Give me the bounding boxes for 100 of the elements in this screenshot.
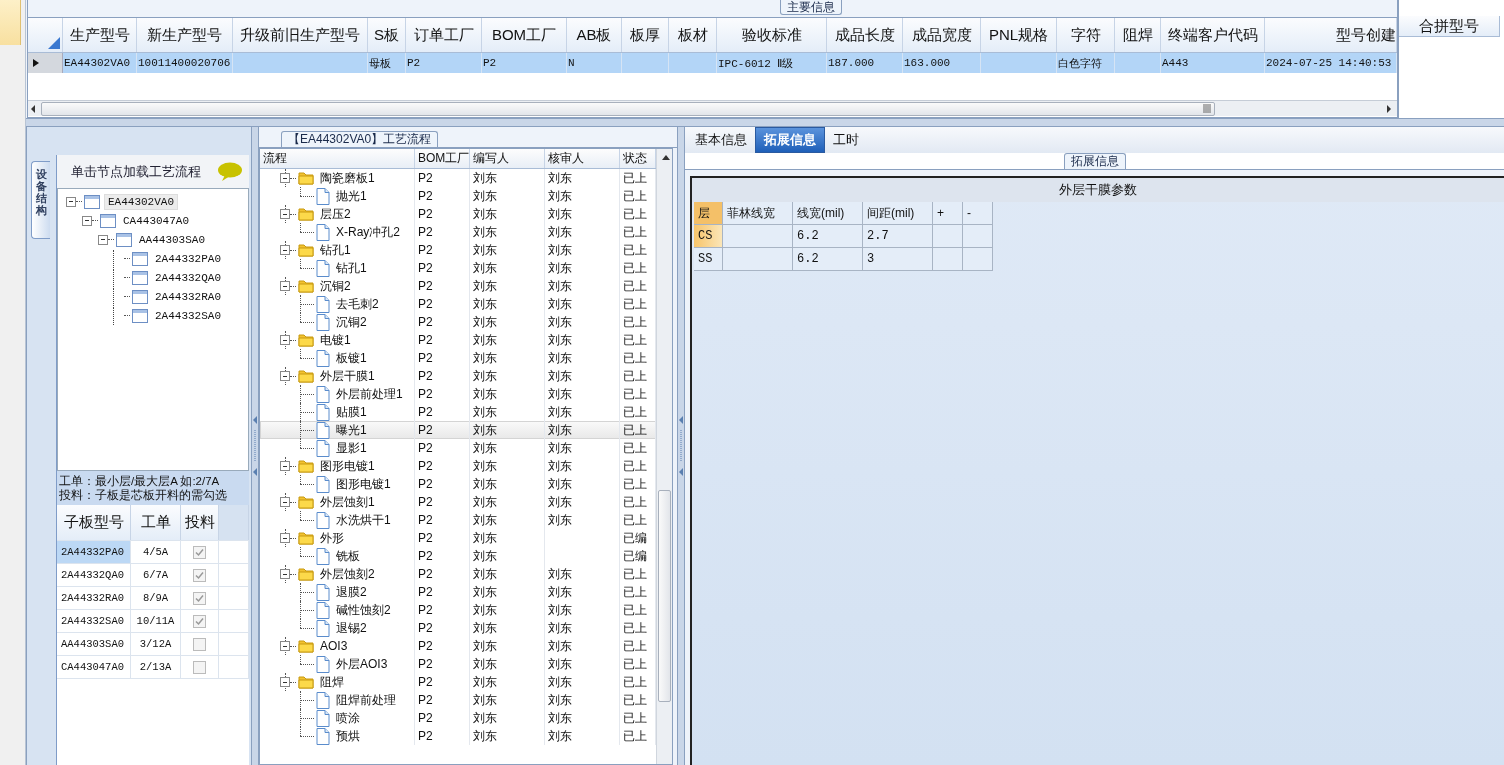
tree-row[interactable]: 电镀1 P2 刘东 刘东 已上 bbox=[260, 331, 656, 349]
checkbox[interactable] bbox=[193, 545, 206, 559]
column-header[interactable]: 成品宽度 bbox=[903, 18, 981, 52]
expander-icon[interactable] bbox=[280, 497, 290, 507]
row-header[interactable]: CS bbox=[694, 225, 723, 248]
table-cell[interactable]: 2A44332PA0 bbox=[57, 541, 131, 563]
column-header[interactable]: 新生产型号 bbox=[137, 18, 233, 52]
tree-row[interactable]: 图形电镀1 P2 刘东 刘东 已上 bbox=[260, 475, 656, 493]
tree-row[interactable]: 陶瓷磨板1 P2 刘东 刘东 已上 bbox=[260, 169, 656, 187]
table-cell[interactable]: AA44303SA0 bbox=[57, 633, 131, 655]
column-header[interactable]: 层 bbox=[694, 202, 723, 225]
column-header[interactable]: 菲林线宽 bbox=[723, 202, 793, 225]
column-header[interactable]: S板 bbox=[368, 18, 406, 52]
checkbox[interactable] bbox=[193, 660, 206, 674]
column-header[interactable]: 编写人 bbox=[470, 149, 545, 168]
tree-item[interactable]: 2A44332QA0 bbox=[152, 270, 224, 285]
column-header[interactable]: 终端客户代码 bbox=[1161, 18, 1265, 52]
scroll-thumb[interactable] bbox=[658, 490, 671, 702]
tree-row[interactable]: 钻孔1 P2 刘东 刘东 已上 bbox=[260, 259, 656, 277]
tree-row[interactable]: 图形电镀1 P2 刘东 刘东 已上 bbox=[260, 457, 656, 475]
column-header[interactable]: BOM工厂 bbox=[415, 149, 470, 168]
tree-row[interactable]: 曝光1 P2 刘东 刘东 已上 bbox=[260, 421, 656, 439]
tree-row[interactable]: 外层干膜1 P2 刘东 刘东 已上 bbox=[260, 367, 656, 385]
checkbox[interactable] bbox=[193, 614, 206, 628]
column-header[interactable]: 板材 bbox=[669, 18, 717, 52]
tree-row[interactable]: 退膜2 P2 刘东 刘东 已上 bbox=[260, 583, 656, 601]
horizontal-scrollbar[interactable] bbox=[28, 100, 1397, 116]
column-header[interactable]: 成品长度 bbox=[827, 18, 903, 52]
column-header[interactable]: 升级前旧生产型号 bbox=[233, 18, 368, 52]
tree-row[interactable]: 退锡2 P2 刘东 刘东 已上 bbox=[260, 619, 656, 637]
checkbox[interactable] bbox=[193, 591, 206, 605]
column-header[interactable]: AB板 bbox=[567, 18, 622, 52]
tree-row[interactable]: 外层蚀刻2 P2 刘东 刘东 已上 bbox=[260, 565, 656, 583]
tree-row[interactable]: 外层蚀刻1 P2 刘东 刘东 已上 bbox=[260, 493, 656, 511]
tree-row[interactable]: 板镀1 P2 刘东 刘东 已上 bbox=[260, 349, 656, 367]
tab[interactable]: 拓展信息 bbox=[755, 127, 825, 153]
tab[interactable]: 工时 bbox=[825, 127, 867, 153]
table-cell[interactable]: 2A44332RA0 bbox=[57, 587, 131, 609]
scroll-thumb[interactable] bbox=[41, 101, 1215, 116]
tree-row[interactable]: 沉铜2 P2 刘东 刘东 已上 bbox=[260, 277, 656, 295]
tree-item[interactable]: AA44303SA0 bbox=[136, 232, 208, 247]
expander-icon[interactable] bbox=[280, 209, 290, 219]
column-header[interactable]: + bbox=[933, 202, 963, 225]
column-header[interactable]: PNL规格 bbox=[981, 18, 1057, 52]
column-header[interactable]: 验收标准 bbox=[717, 18, 827, 52]
tree-row[interactable]: X-Ray冲孔2 P2 刘东 刘东 已上 bbox=[260, 223, 656, 241]
tree-item[interactable]: 2A44332PA0 bbox=[152, 251, 224, 266]
column-header[interactable]: 订单工厂 bbox=[406, 18, 482, 52]
tree-row[interactable]: 钻孔1 P2 刘东 刘东 已上 bbox=[260, 241, 656, 259]
tree-row[interactable]: 显影1 P2 刘东 刘东 已上 bbox=[260, 439, 656, 457]
tree-row[interactable]: 层压2 P2 刘东 刘东 已上 bbox=[260, 205, 656, 223]
tree-row[interactable]: 外层前处理1 P2 刘东 刘东 已上 bbox=[260, 385, 656, 403]
tree-row[interactable]: 外形 P2 刘东 已编 bbox=[260, 529, 656, 547]
expander-icon[interactable] bbox=[280, 245, 290, 255]
vertical-scrollbar[interactable] bbox=[656, 149, 672, 764]
tree-item[interactable]: 2A44332SA0 bbox=[152, 308, 224, 323]
expander-icon[interactable] bbox=[280, 335, 290, 345]
column-header[interactable]: - bbox=[963, 202, 993, 225]
column-header[interactable]: 合拼型号 bbox=[1399, 16, 1500, 37]
tree-row[interactable]: 阻焊 P2 刘东 刘东 已上 bbox=[260, 673, 656, 691]
expander-icon[interactable] bbox=[82, 215, 92, 226]
column-header[interactable]: 阻焊 bbox=[1115, 18, 1161, 52]
splitter[interactable] bbox=[251, 127, 259, 765]
column-header[interactable]: 字符 bbox=[1057, 18, 1115, 52]
row-header[interactable]: SS bbox=[694, 248, 723, 271]
expander-icon[interactable] bbox=[66, 196, 76, 207]
scroll-right-icon[interactable] bbox=[1384, 102, 1394, 115]
expander-icon[interactable] bbox=[280, 533, 290, 543]
table-cell[interactable]: 2A44332QA0 bbox=[57, 564, 131, 586]
column-header[interactable]: 核审人 bbox=[545, 149, 620, 168]
tree-item[interactable]: EA44302VA0 bbox=[104, 193, 178, 210]
column-header[interactable]: BOM工厂 bbox=[482, 18, 567, 52]
expander-icon[interactable] bbox=[280, 677, 290, 687]
column-header[interactable]: 板厚 bbox=[622, 18, 669, 52]
tree-row[interactable]: 铣板 P2 刘东 已编 bbox=[260, 547, 656, 565]
column-header[interactable]: 型号创建 bbox=[1265, 18, 1397, 52]
splitter[interactable] bbox=[677, 127, 685, 765]
expander-icon[interactable] bbox=[280, 641, 290, 651]
column-header[interactable]: 间距(mil) bbox=[863, 202, 933, 225]
vertical-tab[interactable]: 设备结构 bbox=[31, 161, 50, 239]
tab[interactable]: 基本信息 bbox=[687, 127, 755, 153]
column-header[interactable]: 线宽(mil) bbox=[793, 202, 863, 225]
tree-row[interactable]: 喷涂 P2 刘东 刘东 已上 bbox=[260, 709, 656, 727]
tree-row[interactable]: 去毛刺2 P2 刘东 刘东 已上 bbox=[260, 295, 656, 313]
tree-item[interactable]: CA443047A0 bbox=[120, 213, 192, 228]
tree-row[interactable]: 沉铜2 P2 刘东 刘东 已上 bbox=[260, 313, 656, 331]
tree-row[interactable]: 碱性蚀刻2 P2 刘东 刘东 已上 bbox=[260, 601, 656, 619]
table-row[interactable]: EA44302VA0 10011400020706 母板 P2 P2 N IPC-6012 Ⅱ级 187.000 163.000 白色字符 A443 2024-07-25 14:40:53 bbox=[28, 53, 1397, 73]
tree-item[interactable]: 2A44332RA0 bbox=[152, 289, 224, 304]
checkbox[interactable] bbox=[193, 637, 206, 651]
table-cell[interactable]: 2A44332SA0 bbox=[57, 610, 131, 632]
expander-icon[interactable] bbox=[280, 281, 290, 291]
tree-row[interactable]: 水洗烘干1 P2 刘东 刘东 已上 bbox=[260, 511, 656, 529]
column-header[interactable]: 生产型号 bbox=[63, 18, 137, 52]
splitter-grip-icon[interactable] bbox=[252, 416, 258, 476]
tree-row[interactable]: 阻焊前处理 P2 刘东 刘东 已上 bbox=[260, 691, 656, 709]
expander-icon[interactable] bbox=[98, 234, 108, 245]
column-header[interactable]: 流程 bbox=[260, 149, 415, 168]
tree-row[interactable]: 抛光1 P2 刘东 刘东 已上 bbox=[260, 187, 656, 205]
column-header[interactable]: 子板型号 bbox=[57, 505, 131, 540]
